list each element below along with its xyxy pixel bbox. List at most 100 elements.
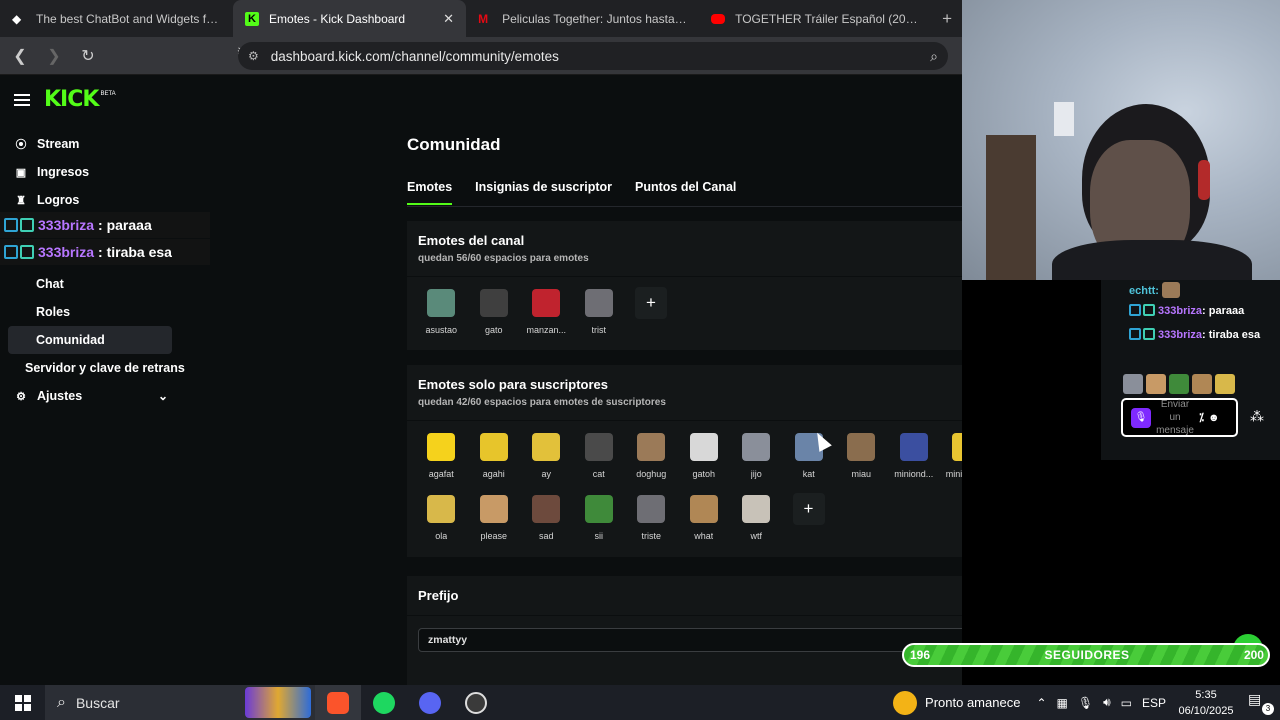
windows-start-icon[interactable]	[15, 694, 31, 711]
emote-item[interactable]: wtf	[730, 493, 783, 555]
emote-name: jijo	[750, 469, 762, 479]
sidebar: ⦿ Stream ▣ Ingresos ♜ Logros Chat Roles …	[8, 130, 208, 410]
close-tab-icon[interactable]: ✕	[443, 11, 454, 27]
emote-item[interactable]: triste	[625, 493, 678, 555]
emote-item[interactable]: doghug	[625, 431, 678, 493]
smile-icon[interactable]: ☻	[1208, 412, 1220, 424]
share-icon[interactable]: ⁂	[1250, 408, 1264, 425]
chat-input[interactable]: 🎙︎ Enviar un mensaje ⁒ ☻	[1121, 398, 1238, 437]
weather-icon[interactable]	[893, 690, 918, 715]
obs-icon[interactable]	[453, 685, 499, 720]
stream-chat-overlay: echtt: 333briza: paraaa 333briza: tiraba…	[1101, 280, 1280, 460]
network-icon[interactable]: ▭	[1121, 696, 1132, 710]
emote-item[interactable]: sii	[573, 493, 626, 555]
sidebar-item-servidor[interactable]: Servidor y clave de retrans	[8, 354, 208, 382]
tab-kick-dashboard[interactable]: K Emotes - Kick Dashboard ✕	[233, 0, 467, 37]
chevron-up-icon[interactable]: ⌃	[1036, 696, 1046, 710]
emote-item[interactable]: gatoh	[678, 431, 731, 493]
emote-item[interactable]: ay	[520, 431, 573, 493]
gear-icon: ⚙	[16, 390, 26, 403]
emote-image	[532, 433, 561, 461]
emote-name: triste	[641, 531, 661, 541]
tabs-divider	[407, 206, 962, 207]
sidebar-item-comunidad[interactable]: Comunidad	[8, 326, 172, 354]
chat-username: 333briza	[1158, 329, 1203, 341]
emote-icon[interactable]	[1215, 374, 1235, 394]
back-icon[interactable]: ❮	[6, 42, 34, 70]
emote-item[interactable]: sad	[520, 493, 573, 555]
chevron-down-icon: ⌄	[157, 389, 168, 403]
verified-badge-icon	[1129, 328, 1141, 340]
taskbar-search[interactable]: ⌕ Buscar	[45, 685, 315, 720]
menu-icon[interactable]	[14, 93, 30, 106]
emote-item[interactable]: agahi	[468, 431, 521, 493]
emote-name: sii	[594, 531, 604, 541]
system-tray: Pronto amanece ⌃ ▦ 🎙︎ 🔊︎ ▭ ESP 5:35 06/1…	[893, 687, 1280, 719]
brave-browser-icon[interactable]	[315, 685, 361, 720]
emote-icon[interactable]	[1123, 374, 1143, 394]
sidebar-item-roles[interactable]: Roles	[8, 298, 208, 326]
emote-item[interactable]: agafat	[415, 431, 468, 493]
address-bar[interactable]: ⚙ dashboard.kick.com/channel/community/e…	[238, 42, 948, 70]
sidebar-item-chat[interactable]: Chat	[8, 270, 208, 298]
clock[interactable]: 5:35 06/10/2025	[1176, 687, 1236, 719]
discord-icon[interactable]	[407, 685, 453, 720]
og-badge-icon	[1143, 304, 1155, 316]
tab-emotes[interactable]: Emotes	[407, 180, 453, 205]
trophy-icon: ♜	[16, 194, 26, 207]
sidebar-item-label: Servidor y clave de retrans	[25, 361, 185, 375]
weather-text[interactable]: Pronto amanece	[925, 695, 1020, 710]
speaker-icon[interactable]: 🔊︎	[1103, 695, 1111, 710]
kick-logo[interactable]: KICK	[44, 87, 99, 112]
emote-item[interactable]: gato	[468, 287, 521, 349]
emote-item[interactable]: miau	[835, 431, 888, 493]
tab-puntos[interactable]: Puntos del Canal	[635, 180, 736, 194]
kick-dashboard-page: KICK BETA ⦿ Stream ▣ Ingresos ♜ Logros C…	[0, 75, 962, 685]
language-indicator[interactable]: ESP	[1142, 696, 1166, 710]
emote-name: agafat	[428, 469, 454, 479]
zoom-icon[interactable]: ⌕	[930, 48, 938, 65]
site-info-icon[interactable]: ⚙	[248, 49, 259, 63]
emote-icon[interactable]	[1192, 374, 1212, 394]
tab-peliculas[interactable]: M Peliculas Together: Juntos hasta la mu…	[466, 0, 699, 37]
mic-icon[interactable]: 🎙︎	[1131, 407, 1151, 428]
sidebar-item-logros[interactable]: ♜ Logros	[8, 186, 208, 214]
emote-icon[interactable]	[1169, 374, 1189, 394]
diamond-icon: ◆	[12, 11, 22, 26]
emote-picker-icon[interactable]: ⁒	[1199, 411, 1204, 424]
emote-item[interactable]: minionle...	[940, 431, 962, 493]
prefix-input[interactable]: zmattyy	[418, 628, 962, 652]
tab-botrix[interactable]: ◆ The best ChatBot and Widgets for Kick	[0, 0, 233, 37]
kick-icon: K	[245, 11, 260, 26]
notifications-icon[interactable]: ▤ 3	[1248, 691, 1274, 715]
emote-item[interactable]: cat	[573, 431, 626, 493]
card-title: Emotes solo para suscriptores	[418, 377, 609, 392]
emote-item[interactable]: miniond...	[888, 431, 941, 493]
verified-badge-icon	[4, 245, 18, 259]
emote-item[interactable]: manzan...	[520, 287, 573, 349]
emote-item[interactable]: trist	[573, 287, 626, 349]
add-emote-button[interactable]: +	[792, 493, 825, 525]
emote-item[interactable]: jijo	[730, 431, 783, 493]
emote-image	[584, 495, 613, 523]
tab-youtube[interactable]: TOGETHER Tráiler Español (2025) - YouTub…	[699, 0, 932, 37]
sidebar-item-stream[interactable]: ⦿ Stream	[8, 130, 208, 158]
emote-item[interactable]: please	[468, 493, 521, 555]
mic-icon[interactable]: 🎙︎	[1078, 696, 1093, 710]
add-emote-button[interactable]: +	[635, 287, 667, 319]
emote-icon[interactable]	[1146, 374, 1166, 394]
tab-insignias[interactable]: Insignias de suscriptor	[475, 180, 612, 194]
forward-icon[interactable]: ❯	[40, 42, 68, 70]
emote-item[interactable]: asustao	[415, 287, 468, 349]
app-tray-icon[interactable]: ▦	[1057, 696, 1068, 710]
emote-image	[584, 433, 613, 461]
sidebar-item-label: Comunidad	[36, 333, 105, 347]
spotify-icon[interactable]	[361, 685, 407, 720]
sidebar-item-ajustes[interactable]: ⚙ Ajustes ⌄	[8, 382, 208, 410]
sidebar-item-ingresos[interactable]: ▣ Ingresos	[8, 158, 208, 186]
emote-item[interactable]: ola	[415, 493, 468, 555]
new-tab-button[interactable]: +	[932, 9, 962, 29]
reload-icon[interactable]: ↻	[74, 42, 102, 70]
verified-badge-icon	[4, 218, 18, 232]
emote-item[interactable]: what	[678, 493, 731, 555]
